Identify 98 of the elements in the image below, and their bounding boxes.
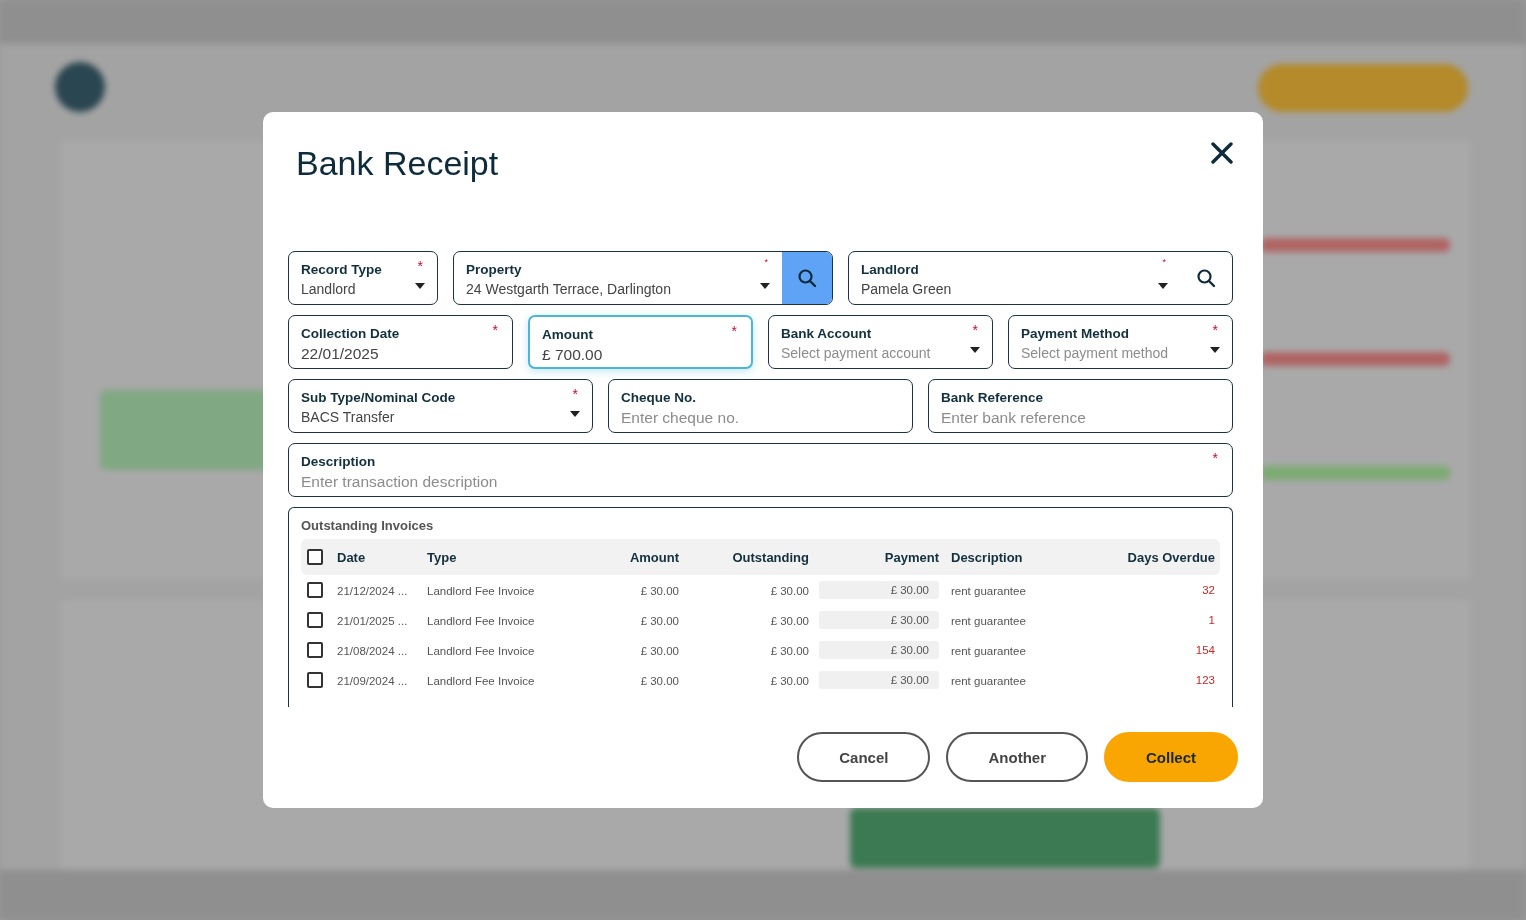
checkbox[interactable] (307, 549, 323, 565)
dropdown-field[interactable]: Bank Account Select payment account * (768, 315, 993, 369)
field-label: Cheque No. (621, 390, 696, 405)
required-mark: * (572, 386, 578, 402)
checkbox[interactable] (307, 672, 323, 688)
field-value: BACS Transfer (301, 409, 396, 425)
required-mark: * (1212, 322, 1218, 338)
field-input[interactable]: Enter bank reference (941, 409, 1190, 427)
required-mark: * (764, 257, 768, 267)
dropdown-field[interactable]: Payment Method Select payment method * (1008, 315, 1233, 369)
table-cell: £ 30.00 (770, 645, 809, 657)
table-cell: £ 30.00 (640, 585, 679, 597)
secondary-button[interactable]: Another (946, 732, 1088, 782)
field-label: Landlord (861, 262, 919, 277)
required-mark: * (492, 322, 498, 338)
field-placeholder: Select payment method (1021, 345, 1170, 361)
input-field[interactable]: Amount £ 700.00 * (528, 315, 753, 369)
table-cell: rent guarantee (951, 585, 1026, 597)
table-cell: £ 30.00 (640, 645, 679, 657)
days-overdue: 154 (1194, 644, 1216, 656)
field-value: Pamela Green (861, 281, 953, 297)
table-cell: rent guarantee (951, 675, 1026, 687)
required-mark: * (972, 322, 978, 338)
search-button[interactable] (782, 252, 832, 304)
dropdown-field[interactable]: Property 24 Westgarth Terrace, Darlington * (453, 251, 833, 305)
field-label: Sub Type/Nominal Code (301, 390, 456, 405)
field-placeholder: Select payment account (781, 345, 932, 361)
field-input[interactable]: Enter transaction description (301, 473, 1190, 491)
field-label: Bank Reference (941, 390, 1044, 405)
payment-field[interactable]: £ 30.00 (819, 671, 939, 689)
field-label: Collection Date (301, 326, 400, 341)
close-button[interactable] (1211, 142, 1233, 164)
search-icon (797, 268, 817, 288)
table-cell: £ 30.00 (640, 615, 679, 627)
caret-icon (415, 283, 425, 289)
table-cell: 21/12/2024 ... (337, 585, 408, 597)
payment-field[interactable]: £ 30.00 (819, 641, 939, 659)
table-cell: 21/09/2024 ... (337, 675, 408, 687)
table-cell: £ 30.00 (770, 585, 809, 597)
dropdown-field[interactable]: Landlord Pamela Green * (848, 251, 1233, 305)
table-cell: 21/08/2024 ... (337, 645, 408, 657)
column-header: Outstanding (732, 550, 809, 565)
days-overdue: 32 (1201, 584, 1216, 596)
field-input[interactable]: £ 700.00 (542, 346, 709, 364)
search-icon (1196, 268, 1216, 288)
table-cell: rent guarantee (951, 615, 1026, 627)
column-header: Date (337, 550, 366, 565)
input-field[interactable]: Cheque No. Enter cheque no. (608, 379, 913, 433)
close-icon (1211, 142, 1233, 164)
checkbox[interactable] (307, 582, 323, 598)
column-header: Amount (629, 550, 679, 565)
table-cell: £ 30.00 (770, 615, 809, 627)
field-value: Landlord (301, 281, 357, 297)
table-cell: Landlord Fee Invoice (427, 615, 535, 627)
caret-icon (760, 283, 770, 289)
column-header: Days Overdue (1127, 550, 1216, 565)
payment-field[interactable]: £ 30.00 (819, 581, 939, 599)
table-cell: Landlord Fee Invoice (427, 675, 535, 687)
table-cell: Landlord Fee Invoice (427, 645, 535, 657)
input-field[interactable]: Bank Reference Enter bank reference (928, 379, 1233, 433)
table-cell: £ 30.00 (770, 675, 809, 687)
field-label: Record Type (301, 262, 382, 277)
field-label: Description (301, 454, 376, 469)
days-overdue: 123 (1194, 674, 1216, 686)
input-field[interactable]: Description Enter transaction description * (288, 443, 1233, 497)
caret-icon (570, 411, 580, 417)
input-field[interactable]: Collection Date 22/01/2025 * (288, 315, 513, 369)
caret-icon (1210, 347, 1220, 353)
checkbox[interactable] (307, 612, 323, 628)
caret-icon (970, 347, 980, 353)
field-label: Property (466, 262, 522, 277)
dropdown-field[interactable]: Sub Type/Nominal Code BACS Transfer * (288, 379, 593, 433)
column-header: Type (427, 550, 457, 565)
dropdown-field[interactable]: Record Type Landlord * (288, 251, 438, 305)
secondary-button[interactable]: Cancel (797, 732, 931, 782)
days-overdue: 1 (1207, 614, 1216, 626)
section-title: Outstanding Invoices (301, 518, 434, 533)
field-value: 24 Westgarth Terrace, Darlington (466, 281, 672, 297)
table-cell: Landlord Fee Invoice (427, 585, 535, 597)
field-label: Amount (542, 327, 593, 342)
primary-button[interactable]: Collect (1104, 732, 1238, 782)
dialog-title: Bank Receipt (296, 144, 499, 183)
required-mark: * (417, 258, 423, 274)
field-label: Bank Account (781, 326, 872, 341)
required-mark: * (1212, 450, 1218, 466)
table-cell: 21/01/2025 ... (337, 615, 408, 627)
column-header: Payment (884, 550, 939, 565)
field-input[interactable]: Enter cheque no. (621, 409, 870, 427)
column-header: Description (950, 550, 1023, 565)
required-mark: * (1162, 257, 1166, 267)
table-cell: rent guarantee (951, 645, 1026, 657)
field-label: Payment Method (1021, 326, 1129, 341)
required-mark: * (731, 323, 737, 339)
field-input[interactable]: 22/01/2025 (301, 345, 470, 363)
payment-field[interactable]: £ 30.00 (819, 611, 939, 629)
checkbox[interactable] (307, 642, 323, 658)
table-cell: £ 30.00 (640, 675, 679, 687)
caret-icon (1158, 283, 1168, 289)
